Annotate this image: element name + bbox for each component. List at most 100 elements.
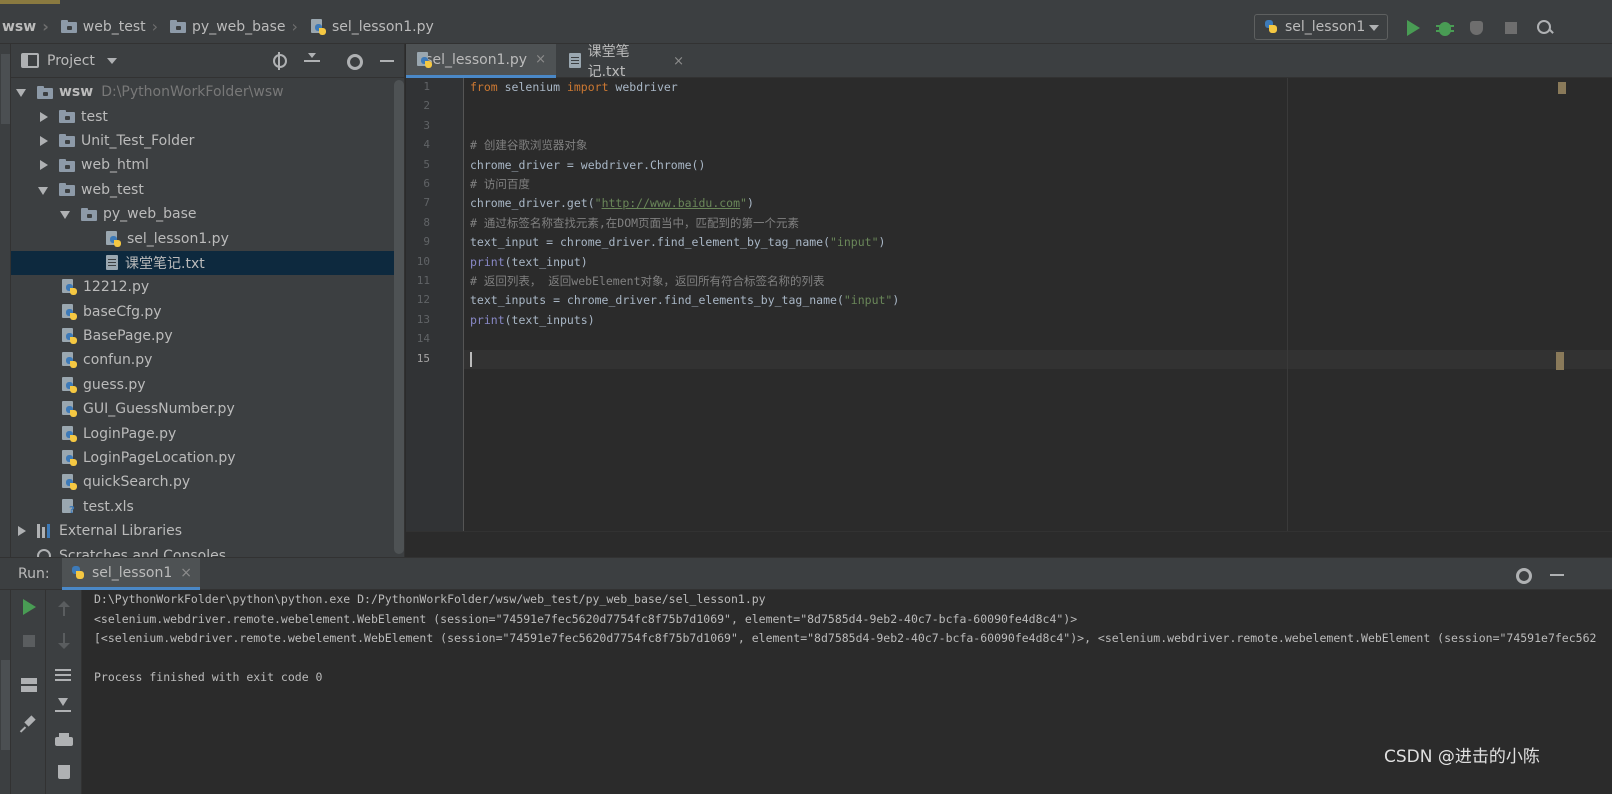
python-file-icon xyxy=(416,51,432,68)
tree-item-external-libraries[interactable]: External Libraries xyxy=(11,519,404,543)
left-tool-stripe xyxy=(0,44,11,564)
current-line-highlight xyxy=(464,350,1612,370)
debug-icon[interactable] xyxy=(1436,19,1454,37)
gear-icon[interactable] xyxy=(345,52,363,70)
tree-item-basecfg[interactable]: baseCfg.py xyxy=(11,300,404,324)
code-editor[interactable]: 1 2 3 4 5 6 7 8 9 10 11 12 13 14 15 from… xyxy=(406,78,1612,531)
trash-icon[interactable] xyxy=(55,762,73,780)
line-number: 12 xyxy=(416,293,430,307)
structure-tool-tab[interactable] xyxy=(1,660,10,750)
code-line: # 通过标签名称查找元素,在DOM页面当中，匹配到的第一个元素 xyxy=(470,215,800,230)
breadcrumb-item-sel-lesson1[interactable]: sel_lesson1.py xyxy=(306,10,438,44)
tree-item-test[interactable]: test xyxy=(11,104,404,128)
run-tab-sel-lesson1[interactable]: sel_lesson1 × xyxy=(62,558,200,590)
tab-notes-txt[interactable]: 课堂笔记.txt × xyxy=(558,44,694,80)
project-view-selector[interactable]: Project xyxy=(47,53,95,69)
pin-tab-icon[interactable] xyxy=(20,716,38,734)
project-icon xyxy=(21,53,39,68)
run-panel-header: Run: sel_lesson1 × xyxy=(0,557,1612,590)
tree-item-guess[interactable]: guess.py xyxy=(11,373,404,397)
chevron-down-icon xyxy=(1369,25,1379,31)
tree-item-gui-guessnumber[interactable]: GUI_GuessNumber.py xyxy=(11,397,404,421)
chevron-down-icon[interactable] xyxy=(15,85,29,99)
tree-item-unit-test-folder[interactable]: Unit_Test_Folder xyxy=(11,129,404,153)
close-icon[interactable]: × xyxy=(673,54,684,69)
breadcrumb-item-py-web-base[interactable]: py_web_base › xyxy=(166,10,306,44)
restore-layout-icon[interactable] xyxy=(20,676,38,694)
minimize-icon[interactable] xyxy=(1548,566,1566,584)
tree-item-test-xls[interactable]: ? test.xls xyxy=(11,495,404,519)
breadcrumb-item-wsw[interactable]: wsw › xyxy=(0,10,57,44)
python-icon xyxy=(70,565,86,581)
code-line: print(text_inputs) xyxy=(470,312,595,327)
tree-item-12212[interactable]: 12212.py xyxy=(11,275,404,299)
console-line: D:\PythonWorkFolder\python\python.exe D:… xyxy=(94,592,766,606)
scroll-position-marker[interactable] xyxy=(1556,352,1564,370)
stop-icon[interactable] xyxy=(1502,19,1520,37)
left-tool-stripe-bottom xyxy=(0,590,11,794)
chevron-right-icon[interactable] xyxy=(37,110,51,124)
run-toolbar-secondary xyxy=(46,590,82,794)
tab-sel-lesson1[interactable]: sel_lesson1.py × xyxy=(406,44,556,78)
text-file-icon xyxy=(105,254,119,271)
project-tool-tab[interactable] xyxy=(1,54,10,124)
chevron-right-icon[interactable] xyxy=(37,158,51,172)
inspection-marker[interactable] xyxy=(1558,82,1566,94)
tree-item-loginpage[interactable]: LoginPage.py xyxy=(11,421,404,445)
line-number: 4 xyxy=(423,138,430,152)
chevron-down-icon[interactable] xyxy=(59,207,73,221)
folder-icon xyxy=(170,20,187,33)
project-panel: Project wsw D:\PythonWorkFolder\wsw test… xyxy=(11,44,405,564)
python-file-icon xyxy=(105,230,121,247)
tree-item-web-test[interactable]: web_test xyxy=(11,178,404,202)
minimize-icon[interactable] xyxy=(379,52,397,70)
chevron-down-icon[interactable] xyxy=(37,183,51,197)
chevron-down-icon[interactable] xyxy=(106,57,117,64)
code-line: print(text_input) xyxy=(470,254,588,269)
python-file-icon xyxy=(61,474,77,491)
collapse-all-icon[interactable] xyxy=(303,52,321,70)
scroll-to-end-icon[interactable] xyxy=(55,696,73,714)
console-line: [<selenium.webdriver.remote.webelement.W… xyxy=(94,631,1597,645)
tree-item-confun[interactable]: confun.py xyxy=(11,348,404,372)
title-bar-mark xyxy=(0,0,60,4)
run-icon[interactable] xyxy=(1404,19,1422,37)
close-icon[interactable]: × xyxy=(180,565,192,581)
folder-icon xyxy=(59,134,75,148)
chevron-right-icon[interactable] xyxy=(15,524,29,538)
text-caret xyxy=(470,352,472,367)
line-number: 10 xyxy=(416,254,430,268)
arrow-down-icon[interactable] xyxy=(55,632,73,650)
project-tree-scrollbar[interactable] xyxy=(394,80,404,554)
soft-wrap-icon[interactable] xyxy=(55,666,73,684)
close-icon[interactable]: × xyxy=(535,52,546,67)
gear-icon[interactable] xyxy=(1514,566,1532,584)
folder-icon xyxy=(59,158,75,172)
navigation-bar: wsw › web_test › py_web_base › sel_lesson1.… xyxy=(0,10,1612,44)
tree-item-root[interactable]: wsw D:\PythonWorkFolder\wsw xyxy=(11,80,404,104)
breadcrumb-item-web-test[interactable]: web_test › xyxy=(57,10,166,44)
project-tree: wsw D:\PythonWorkFolder\wsw test Unit_Te… xyxy=(11,78,404,568)
print-icon[interactable] xyxy=(55,732,73,750)
chevron-right-icon[interactable] xyxy=(37,134,51,148)
stop-icon[interactable] xyxy=(20,632,38,650)
search-icon[interactable] xyxy=(1536,19,1554,37)
tree-item-basepage[interactable]: BasePage.py xyxy=(11,324,404,348)
run-configuration-select[interactable]: sel_lesson1 xyxy=(1254,14,1388,40)
tree-item-sel-lesson1[interactable]: sel_lesson1.py xyxy=(11,226,404,250)
run-console-output[interactable]: D:\PythonWorkFolder\python\python.exe D:… xyxy=(82,590,1612,794)
folder-icon xyxy=(59,183,75,197)
line-number: 6 xyxy=(423,177,430,190)
coverage-icon[interactable] xyxy=(1468,19,1486,37)
tree-item-quicksearch[interactable]: quickSearch.py xyxy=(11,470,404,494)
tree-item-loginpagelocation[interactable]: LoginPageLocation.py xyxy=(11,446,404,470)
locate-icon[interactable] xyxy=(271,52,289,70)
arrow-up-icon[interactable] xyxy=(55,600,73,618)
line-number: 14 xyxy=(416,332,430,346)
code-url-link[interactable]: http://www.baidu.com xyxy=(602,196,740,210)
tree-item-notes-txt[interactable]: 课堂笔记.txt xyxy=(11,250,404,276)
rerun-icon[interactable] xyxy=(20,598,38,616)
tree-item-py-web-base[interactable]: py_web_base xyxy=(11,202,404,226)
tree-item-web-html[interactable]: web_html xyxy=(11,153,404,177)
line-number: 9 xyxy=(423,235,430,249)
